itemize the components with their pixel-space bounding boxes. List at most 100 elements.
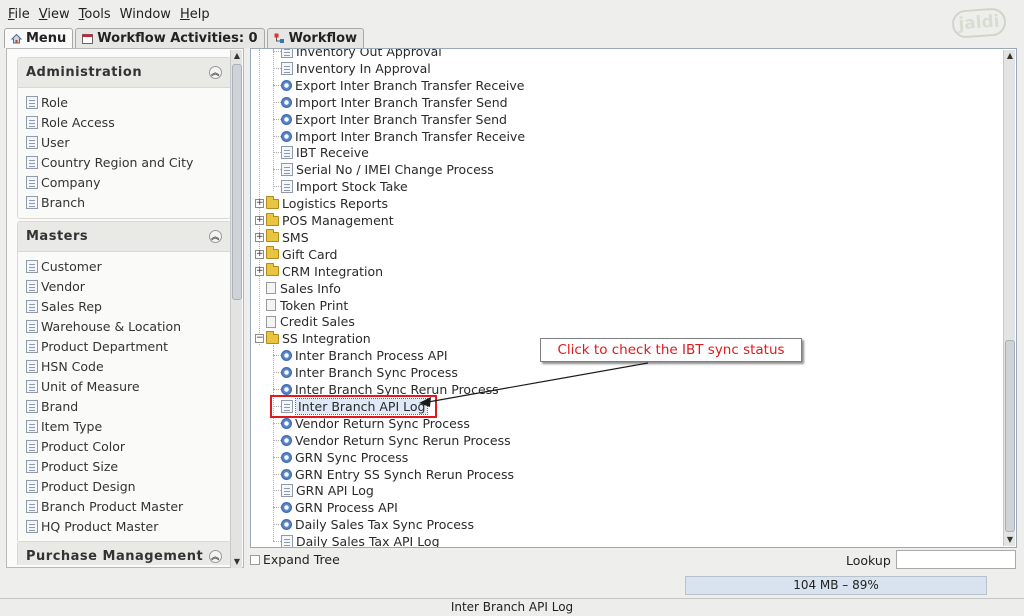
sidebar-item[interactable]: Product Design [18, 476, 230, 496]
sidebar-item[interactable]: Product Department [18, 336, 230, 356]
gear-icon [281, 113, 292, 125]
sidebar-item[interactable]: Customer [18, 256, 230, 276]
sidebar-item[interactable]: Sales Rep [18, 296, 230, 316]
sidebar-item[interactable]: User [18, 132, 230, 152]
tree-node[interactable]: Credit Sales [255, 313, 355, 330]
sidebar-item[interactable]: Item Type [18, 416, 230, 436]
expand-icon[interactable]: + [255, 249, 264, 259]
tree-scrollbar[interactable]: ▲ ▼ [1003, 50, 1015, 546]
tree-node-label: IBT Receive [296, 145, 369, 161]
tree-node[interactable]: + Logistics Reports [255, 195, 388, 212]
collapse-icon[interactable]: ︽ [209, 66, 222, 79]
tree-node[interactable]: Vendor Return Sync Process [281, 415, 470, 432]
section-header[interactable]: Purchase Management ︽ [18, 542, 230, 565]
sidebar-item[interactable]: Role [18, 92, 230, 112]
sidebar-item[interactable]: Company [18, 172, 230, 192]
sidebar-item-label: Product Department [41, 338, 169, 354]
section-title: Administration [26, 65, 143, 80]
tree-node-label: SS Integration [282, 331, 371, 347]
expand-tree-checkbox[interactable]: Expand Tree [250, 552, 340, 567]
tree-node[interactable]: Import Stock Take [281, 178, 408, 195]
tree-node-label: Vendor Return Sync Process [295, 415, 470, 431]
expand-icon[interactable]: + [255, 216, 264, 225]
checkbox-icon[interactable] [250, 554, 260, 565]
document-icon [26, 259, 38, 273]
tree-node[interactable]: + CRM Integration [255, 263, 383, 280]
tree-node[interactable]: IBT Receive [281, 144, 369, 161]
expand-icon[interactable]: + [255, 232, 264, 242]
menu-window[interactable]: Window [120, 7, 171, 22]
tree-node[interactable]: Inventory Out Approval [281, 49, 442, 60]
menu-bar: File View Tools Window Help [0, 0, 1024, 28]
sidebar-item[interactable]: HQ Product Master [18, 516, 230, 536]
tree-node-label: Token Print [280, 297, 349, 313]
tree-node[interactable]: Import Inter Branch Transfer Receive [281, 128, 525, 145]
tree-node[interactable]: Inter Branch Process API [281, 347, 448, 364]
menu-file[interactable]: File [8, 7, 30, 22]
tab-workflow-activities[interactable]: Workflow Activities: 0 [75, 28, 265, 48]
sidebar-scrollbar[interactable]: ▲ ▼ [230, 50, 242, 568]
scroll-down-icon[interactable]: ▼ [231, 556, 243, 568]
sidebar-item[interactable]: Branch [18, 192, 230, 212]
document-icon [281, 49, 293, 58]
tree-node[interactable]: Sales Info [255, 280, 341, 297]
tree-node[interactable]: − SS Integration [255, 330, 371, 347]
tree-connector [273, 67, 281, 69]
tree-node[interactable]: GRN Sync Process [281, 449, 408, 466]
sidebar-item[interactable]: Warehouse & Location [18, 316, 230, 336]
expand-icon[interactable]: + [255, 266, 264, 276]
collapse-node-icon[interactable]: − [255, 334, 264, 344]
document-icon [281, 535, 293, 547]
sidebar-item[interactable]: Product Color [18, 436, 230, 456]
menu-view[interactable]: View [39, 7, 70, 22]
tree-node[interactable]: GRN API Log [281, 482, 374, 499]
collapse-icon[interactable]: ︽ [209, 230, 222, 243]
section-header[interactable]: Masters ︽ [18, 222, 230, 252]
document-icon [281, 163, 293, 177]
scroll-up-icon[interactable]: ▲ [231, 50, 243, 62]
sidebar-item[interactable]: Product Size [18, 456, 230, 476]
tree-node[interactable]: Import Inter Branch Transfer Send [281, 94, 508, 111]
document-icon [26, 379, 38, 393]
tree-node[interactable]: GRN Entry SS Synch Rerun Process [281, 466, 514, 483]
scroll-down-icon[interactable]: ▼ [1004, 534, 1016, 546]
tree-node[interactable]: Inter Branch Sync Process [281, 364, 458, 381]
expand-icon[interactable]: + [255, 199, 264, 209]
menu-help[interactable]: Help [180, 7, 210, 22]
lookup-input[interactable] [896, 550, 1016, 569]
tree-node[interactable]: GRN Process API [281, 499, 398, 516]
tree-node[interactable]: Export Inter Branch Transfer Receive [281, 77, 524, 94]
sidebar-item[interactable]: Branch Product Master [18, 496, 230, 516]
sidebar-item[interactable]: HSN Code [18, 356, 230, 376]
sidebar-scroll-thumb[interactable] [232, 64, 242, 300]
tree-node[interactable]: Vendor Return Sync Rerun Process [281, 432, 511, 449]
tree-node[interactable]: Daily Sales Tax Sync Process [281, 516, 474, 533]
tree-node[interactable]: Token Print [255, 297, 348, 314]
tree-node[interactable]: + Gift Card [255, 246, 337, 263]
sidebar-item[interactable]: Unit of Measure [18, 376, 230, 396]
sidebar-item[interactable]: Role Access [18, 112, 230, 132]
tree-connector [273, 541, 281, 543]
memory-indicator[interactable]: 104 MB – 89% [685, 576, 987, 595]
scroll-up-icon[interactable]: ▲ [1004, 50, 1016, 62]
tree-node[interactable]: Serial No / IMEI Change Process [281, 161, 494, 178]
section-header[interactable]: Administration ︽ [18, 58, 230, 88]
tree-node-label: POS Management [282, 213, 394, 228]
tree-scroll-thumb[interactable] [1005, 340, 1015, 532]
tab-menu[interactable]: Menu [4, 28, 74, 48]
tab-workflow[interactable]: Workflow [266, 28, 365, 48]
sidebar-item-label: Item Type [41, 418, 103, 434]
tree-node[interactable]: + SMS [255, 229, 309, 246]
tree-node-label: Export Inter Branch Transfer Receive [295, 77, 525, 93]
sidebar-item[interactable]: Brand [18, 396, 230, 416]
tree-node[interactable]: + POS Management [255, 212, 394, 229]
tree-node[interactable]: Export Inter Branch Transfer Send [281, 111, 507, 128]
sidebar-item[interactable]: Vendor [18, 276, 230, 296]
menu-tools[interactable]: Tools [79, 7, 111, 22]
sidebar-item[interactable]: Country Region and City [18, 152, 230, 172]
tab-workflow-activities-label: Workflow Activities: 0 [97, 31, 258, 46]
tree-connector [273, 524, 281, 526]
tree-node[interactable]: Daily Sales Tax API Log [281, 533, 440, 547]
collapse-icon[interactable]: ︽ [209, 550, 222, 563]
tree-node[interactable]: Inventory In Approval [281, 60, 431, 77]
